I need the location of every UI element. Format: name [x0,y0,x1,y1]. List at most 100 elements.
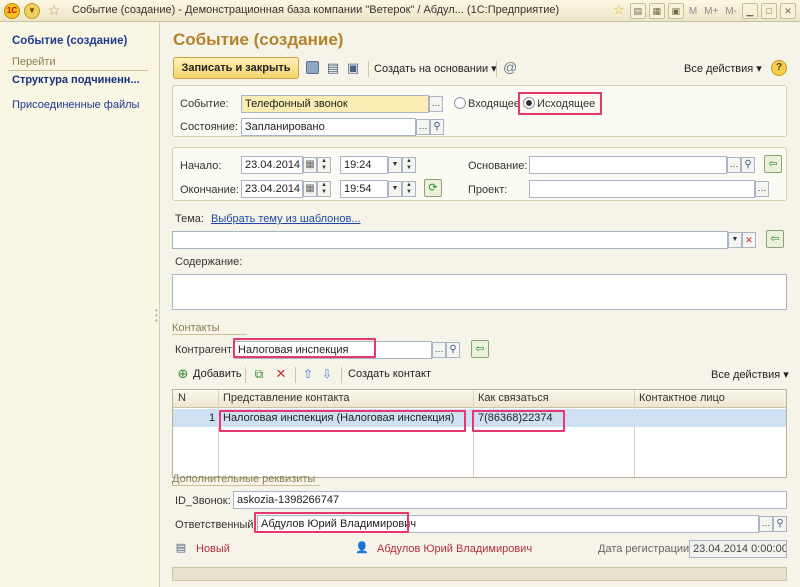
delete-row-icon[interactable]: ✕ [273,366,289,382]
project-input[interactable] [529,180,755,198]
col-header-person[interactable]: Контактное лицо [639,392,725,404]
move-down-icon[interactable]: ⇩ [319,366,335,382]
counterparty-search-icon[interactable]: ⚲ [446,342,460,358]
contacts-table[interactable]: N Представление контакта Как связаться К… [172,389,787,478]
state-label: Состояние: [180,121,238,133]
all-actions-menu[interactable]: Все действия ▾ [684,62,762,75]
memory-m-button[interactable]: M [687,6,699,17]
topic-open-icon[interactable]: ⇦ [766,230,784,248]
end-time-spinner[interactable]: ▲ ▼ [402,181,416,197]
basis-open-icon[interactable]: ⇦ [764,155,782,173]
toolbar-separator [295,367,296,383]
app-logo-icon[interactable]: 1С [4,3,20,19]
start-calendar-icon[interactable]: ▦ [303,157,317,173]
event-type-select-button[interactable]: … [429,96,443,112]
splitter-grip-icon[interactable]: • • • [155,307,158,325]
state-search-icon[interactable]: ⚲ [430,119,444,135]
end-time-dropdown-icon[interactable]: ▼ [388,181,402,197]
save-floppy-icon[interactable] [306,61,319,74]
end-calendar-icon[interactable]: ▦ [303,181,317,197]
main-menu-dropdown-icon[interactable]: ▼ [24,3,40,19]
call-id-input[interactable]: askozia-1398266747 [233,491,787,509]
end-date-input[interactable]: 23.04.2014 [241,180,303,198]
calculator-icon[interactable]: ▦ [648,3,665,19]
create-based-on-label: Создать на основании [374,63,489,75]
outgoing-label: Исходящее [537,98,596,110]
status-new: Новый [196,543,230,555]
start-date-input[interactable]: 23.04.2014 [241,156,303,174]
move-up-icon[interactable]: ⇧ [300,366,316,382]
memory-plus-button[interactable]: M+ [702,6,720,17]
topic-template-link[interactable]: Выбрать тему из шаблонов... [211,213,361,225]
reg-date-label: Дата регистрации: [598,543,693,555]
contacts-all-actions-menu[interactable]: Все действия ▾ [711,368,789,381]
sidebar-item-attached-files[interactable]: Присоединенные файлы [12,99,139,111]
cell-presentation[interactable]: Налоговая инспекция (Налоговая инспекция… [223,412,454,424]
star-icon[interactable]: ☆ [611,3,627,19]
outgoing-radio[interactable] [523,97,535,109]
col-header-how[interactable]: Как связаться [478,392,549,404]
project-select-button[interactable]: … [755,181,769,197]
topic-input[interactable] [172,231,728,249]
incoming-radio[interactable] [454,97,466,109]
minimize-icon[interactable]: ▁ [742,3,758,19]
col-header-n[interactable]: N [178,392,186,404]
sidebar-title[interactable]: Событие (создание) [12,35,127,47]
content-textarea[interactable] [172,274,787,310]
start-date-spinner[interactable]: ▲ ▼ [317,157,331,173]
state-input[interactable]: Запланировано [241,118,416,136]
counterparty-open-icon[interactable]: ⇦ [471,340,489,358]
start-time-spinner[interactable]: ▲ ▼ [402,157,416,173]
calendar-icon[interactable]: ▣ [667,3,684,19]
cell-how[interactable]: 7(86368)22374 [478,412,553,424]
event-label: Событие: [180,98,229,110]
add-plus-icon[interactable]: ⊕ [175,366,191,382]
topic-dropdown-icon[interactable]: ▼ [728,232,742,248]
basis-input[interactable] [529,156,727,174]
counterparty-select-button[interactable]: … [432,342,446,358]
navigation-sidebar: Событие (создание) Перейти Структура под… [0,22,160,587]
memory-minus-button[interactable]: M- [723,6,739,17]
responsible-select-button[interactable]: … [759,516,773,532]
sidebar-item-structure[interactable]: Структура подчиненн... [12,74,140,86]
counterparty-input[interactable]: Налоговая инспекция [234,341,432,359]
help-icon[interactable]: ? [771,60,787,76]
responsible-label: Ответственный: [175,519,257,531]
horizontal-scrollbar[interactable] [172,567,787,581]
maximize-icon[interactable]: □ [761,3,777,19]
end-time-input[interactable]: 19:54 [340,180,388,198]
state-select-button[interactable]: … [416,119,430,135]
toolbar-separator [341,367,342,383]
refresh-dates-icon[interactable]: ⟳ [424,179,442,197]
basis-select-button[interactable]: … [727,157,741,173]
comment-icon[interactable]: ▤ [173,540,189,556]
email-at-icon[interactable]: @ [503,59,517,75]
form-title: Событие (создание) [173,30,344,49]
start-time-dropdown-icon[interactable]: ▼ [388,157,402,173]
toolbar-separator [368,61,369,77]
basis-search-icon[interactable]: ⚲ [741,157,755,173]
create-based-on-menu[interactable]: Создать на основании ▾ [374,62,497,75]
basis-label: Основание: [468,160,528,172]
toolbar-separator [245,367,246,383]
responsible-input[interactable]: Абдулов Юрий Владимирович [257,515,759,533]
document-icon[interactable]: ▤ [629,3,646,19]
user-icon: 👤 [355,542,369,554]
add-contact-button[interactable]: Добавить [193,368,242,380]
responsible-search-icon[interactable]: ⚲ [773,516,787,532]
print-icon[interactable]: ▣ [345,60,361,76]
list-icon[interactable]: ▤ [325,60,341,76]
close-icon[interactable]: ✕ [780,3,796,19]
event-type-input[interactable]: Телефонный звонок [241,95,429,113]
table-row[interactable]: 1 Налоговая инспекция (Налоговая инспекц… [173,409,786,427]
save-and-close-button[interactable]: Записать и закрыть [173,57,299,79]
create-contact-button[interactable]: Создать контакт [348,368,431,380]
topic-clear-icon[interactable]: ✕ [742,232,756,248]
column-divider [634,390,635,477]
favorites-star-icon[interactable]: ☆ [46,3,62,19]
copy-row-icon[interactable]: ⧉ [251,366,267,382]
col-header-presentation[interactable]: Представление контакта [223,392,350,404]
counterparty-label: Контрагент: [175,344,235,356]
start-time-input[interactable]: 19:24 [340,156,388,174]
end-date-spinner[interactable]: ▲ ▼ [317,181,331,197]
